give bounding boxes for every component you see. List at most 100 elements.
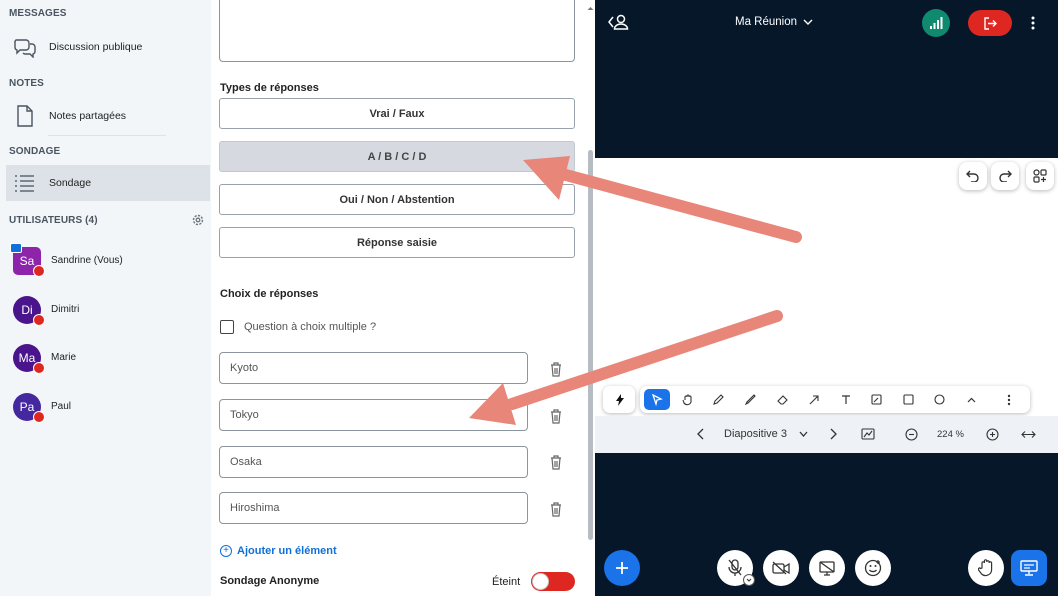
raise-hand-button[interactable] [968, 550, 1004, 586]
section-title-poll: SONDAGE [9, 146, 61, 157]
muted-mic-icon [33, 314, 45, 326]
screen-share-button[interactable] [809, 550, 845, 586]
plus-circle-icon: + [220, 545, 232, 557]
meeting-title-dropdown[interactable]: Ma Réunion [735, 16, 813, 28]
fit-width-icon[interactable] [1020, 426, 1036, 442]
shapes-menu-button[interactable] [1026, 162, 1054, 190]
emoji-icon [864, 559, 882, 577]
chevron-down-icon [803, 19, 813, 25]
divider [48, 135, 166, 136]
plus-icon [614, 560, 630, 576]
chevron-down-icon[interactable] [795, 426, 811, 442]
choices-title: Choix de réponses [220, 288, 319, 300]
user-list-toggle-icon[interactable] [607, 12, 629, 32]
poll-list-icon [12, 170, 38, 196]
text-tool-icon[interactable] [832, 386, 859, 413]
note-tool-icon[interactable] [863, 386, 890, 413]
option-input-3[interactable] [219, 446, 528, 478]
sidebar-item-public-chat[interactable]: Discussion publique [6, 29, 210, 65]
anonymous-state-label: Éteint [492, 576, 521, 588]
pencil-icon[interactable] [737, 386, 764, 413]
muted-mic-icon [33, 411, 45, 423]
multiple-choice-label: Question à choix multiple ? [244, 321, 377, 333]
actions-plus-button[interactable] [604, 550, 640, 586]
slide-thumbnail-icon[interactable] [860, 426, 876, 442]
user-name: Sandrine (Vous) [51, 255, 123, 266]
lightning-icon [606, 386, 633, 413]
sidebar-item-poll[interactable]: Sondage [6, 165, 210, 201]
option-input-2[interactable] [219, 399, 528, 431]
user-list-item[interactable]: Di Dimitri [0, 296, 211, 340]
quick-style-button[interactable] [603, 386, 635, 413]
section-title-messages: MESSAGES [9, 8, 67, 19]
user-name: Dimitri [51, 304, 80, 315]
sidebar: MESSAGES Discussion publique NOTES Notes… [0, 0, 211, 596]
response-type-typed-button[interactable]: Réponse saisie [219, 227, 575, 258]
response-types-title: Types de réponses [220, 82, 319, 94]
chevron-left-icon[interactable] [693, 426, 709, 442]
multiple-choice-checkbox[interactable] [220, 320, 234, 334]
trash-icon[interactable] [549, 408, 563, 424]
hand-icon [978, 559, 994, 577]
ellipse-tool-icon[interactable] [926, 386, 953, 413]
option-input-1[interactable] [219, 352, 528, 384]
user-list-item[interactable]: Pa Paul [0, 393, 211, 437]
trash-icon[interactable] [549, 501, 563, 517]
connection-status-button[interactable] [922, 9, 950, 37]
signal-bars-icon [929, 17, 943, 29]
trash-icon[interactable] [549, 361, 563, 377]
user-list-item[interactable]: Ma Marie [0, 344, 211, 388]
poll-panel: Types de réponses Vrai / Faux A / B / C … [211, 0, 595, 596]
camera-button[interactable] [763, 550, 799, 586]
select-pointer-icon[interactable] [644, 389, 670, 410]
multiple-choice-row[interactable]: Question à choix multiple ? [220, 320, 376, 334]
mic-muted-icon [728, 559, 742, 577]
chat-bubbles-icon [12, 34, 38, 60]
chevron-right-icon[interactable] [825, 426, 841, 442]
option-input-4[interactable] [219, 492, 528, 524]
section-title-users: UTILISATEURS (4) [9, 215, 98, 226]
meeting-title: Ma Réunion [735, 16, 798, 28]
zoom-out-icon[interactable] [903, 426, 919, 442]
reactions-button[interactable] [855, 550, 891, 586]
redo-icon [998, 170, 1012, 182]
response-type-yes-no-abstention-button[interactable]: Oui / Non / Abstention [219, 184, 575, 215]
toggle-knob [532, 573, 549, 590]
sidebar-item-shared-notes[interactable]: Notes partagées [6, 98, 210, 134]
whiteboard[interactable]: Diapositive 3 224 % [595, 158, 1058, 453]
user-list-item[interactable]: Sa Sandrine (Vous) [0, 243, 211, 291]
add-item-button[interactable]: + Ajouter un élément [220, 545, 337, 557]
trash-icon[interactable] [549, 454, 563, 470]
logout-icon [983, 16, 997, 30]
slide-selector[interactable]: Diapositive 3 [724, 428, 787, 440]
anonymous-poll-label: Sondage Anonyme [220, 575, 320, 587]
scrollbar[interactable] [588, 150, 593, 540]
response-type-true-false-button[interactable]: Vrai / Faux [219, 98, 575, 129]
presentation-button[interactable] [1011, 550, 1047, 586]
undo-button[interactable] [959, 162, 987, 190]
more-options-button[interactable] [1025, 12, 1041, 34]
rectangle-tool-icon[interactable] [895, 386, 922, 413]
zoom-in-icon[interactable] [984, 426, 1000, 442]
scroll-up-arrow-icon[interactable] [586, 0, 595, 10]
hand-pan-icon[interactable] [674, 386, 701, 413]
anonymous-toggle[interactable] [531, 572, 575, 591]
audio-options-icon[interactable] [743, 574, 755, 586]
leave-meeting-button[interactable] [968, 10, 1012, 36]
pen-icon[interactable] [705, 386, 732, 413]
response-type-abcd-button[interactable]: A / B / C / D [219, 141, 575, 172]
user-name: Paul [51, 401, 72, 412]
redo-button[interactable] [991, 162, 1019, 190]
zoom-level: 224 % [937, 429, 964, 440]
gear-icon[interactable] [191, 213, 205, 227]
eraser-icon[interactable] [769, 386, 796, 413]
more-vertical-icon[interactable] [995, 386, 1022, 413]
sidebar-item-label: Sondage [49, 177, 92, 189]
question-textarea[interactable] [219, 0, 575, 62]
muted-mic-icon [33, 362, 45, 374]
slide-navigation-bar: Diapositive 3 224 % [595, 416, 1058, 453]
section-title-notes: NOTES [9, 78, 44, 89]
muted-mic-icon [33, 265, 45, 277]
chevron-up-icon[interactable] [958, 386, 985, 413]
arrow-tool-icon[interactable] [800, 386, 827, 413]
